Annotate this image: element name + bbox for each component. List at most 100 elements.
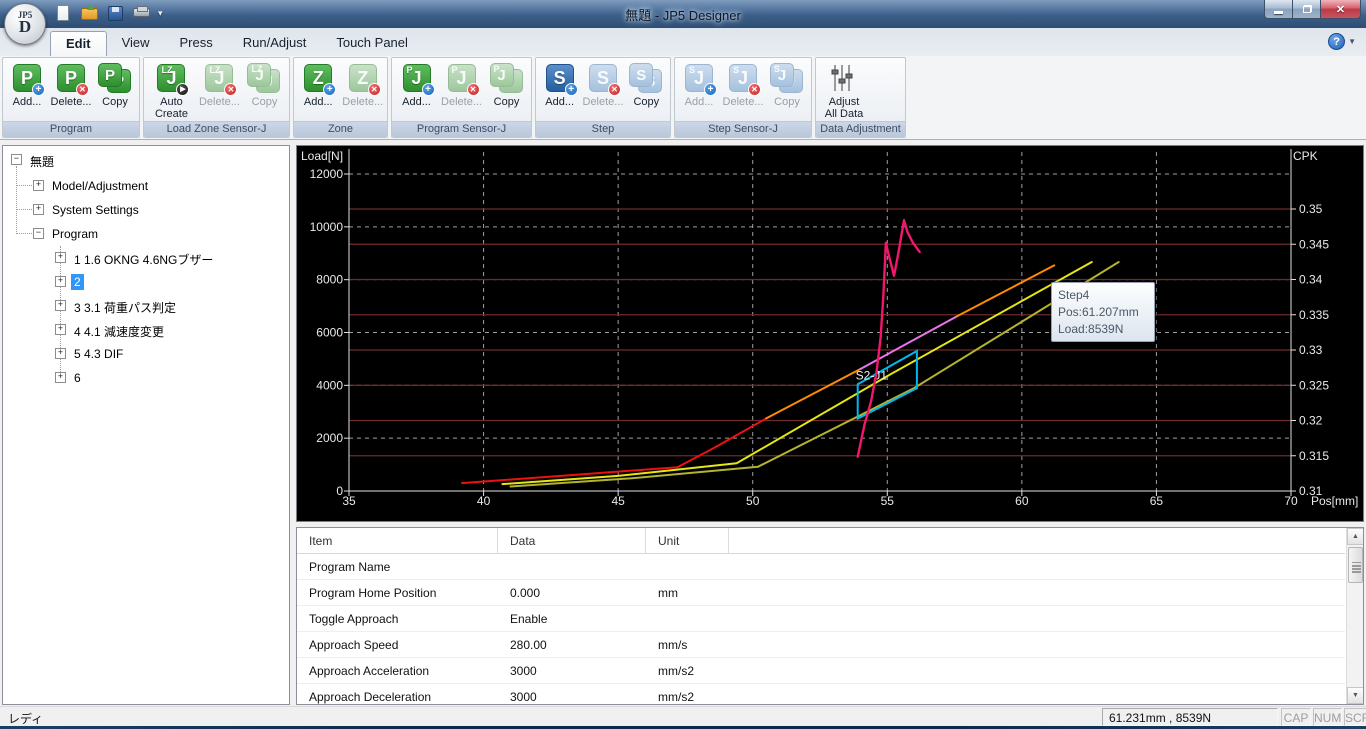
- program-copy-button[interactable]: PPCopy: [93, 60, 137, 108]
- program-delete-icon: P✕: [53, 62, 89, 95]
- svg-text:0.335: 0.335: [1299, 308, 1329, 322]
- tree-expander-icon[interactable]: +: [55, 252, 66, 263]
- tree-item-system-settings[interactable]: + System Settings: [3, 198, 289, 222]
- tree-item-item[interactable]: −無題: [3, 148, 289, 172]
- table-cell: mm: [646, 580, 729, 605]
- svg-text:0.34: 0.34: [1299, 273, 1323, 287]
- step-sensor-j-delete-button: JS✕Delete...: [721, 60, 765, 108]
- data-adjustment-adjust-all-data-button[interactable]: Adjust All Data: [818, 60, 870, 120]
- tree-item-4-4-1[interactable]: +4 4.1 減速度変更: [3, 318, 289, 342]
- table-row[interactable]: Program Name: [297, 554, 1345, 580]
- ribbon: P+Add...P✕Delete...PPCopyProgramJLZ▶Auto…: [0, 56, 1366, 140]
- minimize-icon: [1274, 11, 1283, 14]
- column-header-data[interactable]: Data: [498, 528, 646, 553]
- ribbon-group-name: Load Zone Sensor-J: [144, 121, 289, 137]
- sliders-icon: [826, 62, 858, 94]
- table-scrollbar[interactable]: ▲ ▼: [1346, 528, 1363, 704]
- program-add-button[interactable]: P+Add...: [5, 60, 49, 108]
- table-row[interactable]: Approach Acceleration3000mm/s2: [297, 658, 1345, 684]
- tooltip-step: Step4: [1058, 287, 1148, 304]
- tree-expander-icon[interactable]: +: [55, 276, 66, 287]
- tree-expander-icon[interactable]: +: [55, 372, 66, 383]
- ribbon-group-zone: Z+Add...Z✕Delete... Zone: [293, 57, 388, 138]
- chart-tooltip: Step4 Pos:61.207mm Load:8539N: [1051, 282, 1155, 342]
- title-bar: ▾ 無題 - JP5 Designer ✕: [0, 0, 1366, 28]
- tree-item-label[interactable]: 4 4.1 減速度変更: [71, 322, 167, 341]
- zone-delete-button: Z✕Delete...: [341, 60, 386, 108]
- step-sensor-j-add-button: JS+Add...: [677, 60, 721, 108]
- tree-item-label[interactable]: 1 1.6 OKNG 4.6NGブザー: [71, 250, 216, 269]
- load-zone-sensor-j-auto-create-button[interactable]: JLZ▶Auto Create: [146, 60, 197, 120]
- property-table-panel: Item Data Unit Program NameProgram Home …: [296, 527, 1364, 705]
- svg-text:Load[N]: Load[N]: [301, 149, 343, 163]
- tree-item-3-3-1[interactable]: +3 3.1 荷重パス判定: [3, 294, 289, 318]
- tree-item-5-4-3-dif[interactable]: +5 4.3 DIF: [3, 342, 289, 366]
- step-add-button[interactable]: S+Add...: [538, 60, 581, 108]
- svg-text:6000: 6000: [316, 326, 343, 340]
- table-row[interactable]: Toggle ApproachEnable: [297, 606, 1345, 632]
- column-header-item[interactable]: Item: [297, 528, 498, 553]
- ribbon-group-name: Zone: [294, 121, 387, 137]
- help-icon: ?: [1328, 33, 1345, 50]
- column-header-unit[interactable]: Unit: [646, 528, 729, 553]
- step-sensor-j-copy-button: JJSCopy: [765, 60, 809, 108]
- tree-item-label[interactable]: 3 3.1 荷重パス判定: [71, 298, 179, 317]
- plus-badge-icon: +: [565, 83, 578, 96]
- tab-touch-panel[interactable]: Touch Panel: [321, 31, 423, 56]
- table-row[interactable]: Approach Deceleration3000mm/s2: [297, 684, 1345, 705]
- scroll-up-icon[interactable]: ▲: [1347, 528, 1364, 545]
- program-sensor-j-copy-button[interactable]: JJPCopy: [484, 60, 529, 108]
- program-sensor-j-add-button[interactable]: JP+Add...: [394, 60, 439, 108]
- load-zone-sensor-j-delete-button: JLZ✕Delete...: [197, 60, 242, 108]
- tree-expander-icon[interactable]: −: [33, 228, 44, 239]
- table-cell: [646, 606, 729, 631]
- tab-view[interactable]: View: [107, 31, 165, 56]
- tab-press[interactable]: Press: [165, 31, 228, 56]
- tree-item-label[interactable]: 6: [71, 370, 84, 386]
- tree-item-label[interactable]: Model/Adjustment: [49, 178, 151, 194]
- tree-expander-icon[interactable]: +: [33, 204, 44, 215]
- table-cell: Program Home Position: [297, 580, 498, 605]
- ribbon-group-program: P+Add...P✕Delete...PPCopyProgram: [2, 57, 140, 138]
- tree-item-label[interactable]: 無題: [27, 152, 57, 171]
- status-ready-text: レディ: [8, 710, 43, 727]
- tree-expander-icon[interactable]: +: [55, 324, 66, 335]
- zone-add-icon: Z+: [300, 62, 336, 95]
- app-menu-button[interactable]: JP5 D: [4, 3, 46, 45]
- tree-item-1-1-6-okng-4-6ng[interactable]: +1 1.6 OKNG 4.6NGブザー: [3, 246, 289, 270]
- tree-expander-icon[interactable]: +: [33, 180, 44, 191]
- tree-expander-icon[interactable]: +: [55, 348, 66, 359]
- plus-badge-icon: +: [32, 83, 45, 96]
- step-sensor-j-add-icon: JS+: [681, 62, 717, 95]
- program-copy-icon: PP: [97, 62, 133, 95]
- restore-button[interactable]: [1293, 0, 1320, 19]
- help-button[interactable]: ? ▼: [1328, 33, 1356, 50]
- tab-run-adjust[interactable]: Run/Adjust: [228, 31, 322, 56]
- scroll-down-icon[interactable]: ▼: [1347, 687, 1364, 704]
- table-row[interactable]: Program Home Position0.000mm: [297, 580, 1345, 606]
- tree-expander-icon[interactable]: −: [11, 154, 22, 165]
- program-delete-button[interactable]: P✕Delete...: [49, 60, 93, 108]
- tree-item-label[interactable]: Program: [49, 226, 101, 242]
- tab-edit[interactable]: Edit: [50, 31, 107, 56]
- tree-expander-icon[interactable]: +: [55, 300, 66, 311]
- table-cell: 3000: [498, 684, 646, 705]
- load-position-chart[interactable]: 3540455055606570020004000600080001000012…: [297, 146, 1363, 521]
- tree-item-program[interactable]: −Program: [3, 222, 289, 246]
- tree-item-label[interactable]: 2: [71, 274, 84, 290]
- tree-item-2[interactable]: +2: [3, 270, 289, 294]
- close-button[interactable]: ✕: [1320, 0, 1361, 19]
- svg-text:45: 45: [611, 494, 625, 508]
- scrollbar-thumb[interactable]: [1348, 547, 1363, 583]
- tree-item-label[interactable]: 5 4.3 DIF: [71, 346, 126, 362]
- zone-add-button[interactable]: Z+Add...: [296, 60, 341, 108]
- minimize-button[interactable]: [1264, 0, 1293, 19]
- svg-text:65: 65: [1150, 494, 1164, 508]
- step-copy-button[interactable]: SSCopy: [625, 60, 668, 108]
- program-sensor-j-delete-button: JP✕Delete...: [439, 60, 484, 108]
- tree-item-model-adjustment[interactable]: + Model/Adjustment: [3, 174, 289, 198]
- tree-item-6[interactable]: +6: [3, 366, 289, 390]
- table-row[interactable]: Approach Speed280.00mm/s: [297, 632, 1345, 658]
- table-cell: Enable: [498, 606, 646, 631]
- tree-item-label[interactable]: System Settings: [49, 202, 142, 218]
